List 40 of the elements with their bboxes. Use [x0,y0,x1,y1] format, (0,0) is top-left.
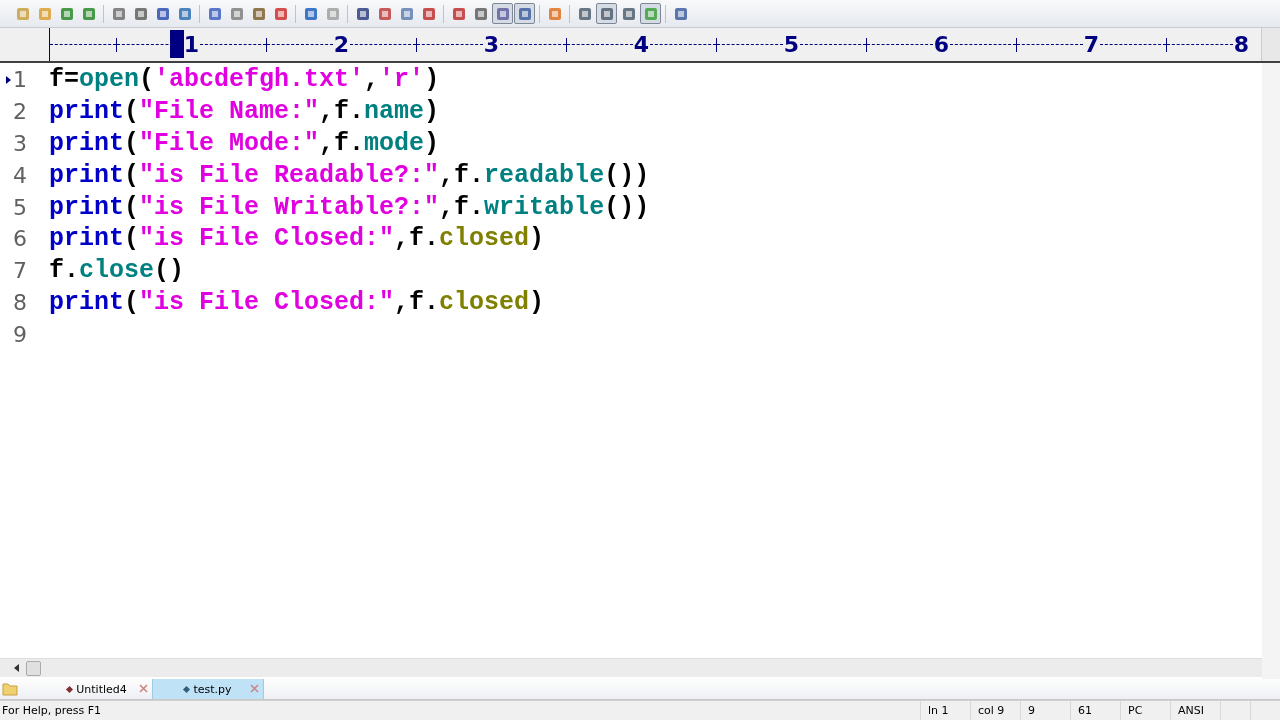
line-number: 4 [13,162,28,188]
status-cell: ln 1 [920,701,970,720]
close-icon[interactable] [139,684,148,693]
status-cell: col 9 [970,701,1020,720]
ruler-number: 1 [182,32,200,57]
ruler-number: 7 [1082,32,1100,57]
code-line: print("File Mode:",f.mode) [49,129,440,158]
code-line: f=open('abcdefgh.txt','r') [49,65,440,95]
code-line: print("is File Closed:",f.closed) [49,224,545,254]
status-cell: PC [1120,701,1170,720]
status-cell: ANSI [1170,701,1220,720]
line-number: 3 [13,131,28,156]
code-line: print("is File Closed:",f.closed) [49,287,545,317]
code-line: print("is File Readable?:",f.readable()) [49,160,650,190]
ruler-number: 8 [1232,32,1250,57]
code-line: print("File Name:",f.name) [49,97,440,127]
code-line: print("is File Writable?:",f.writable()) [49,192,650,222]
scroll-left-icon [14,664,20,672]
ruler-number: 2 [332,32,350,57]
code-line: f.close() [49,256,185,286]
ruler-number: 5 [782,32,800,57]
ruler-number: 6 [932,32,950,57]
scroll-thumb[interactable] [26,660,41,676]
status-help-text: For Help, press F1 [1,704,103,717]
ruler-number: 4 [632,32,650,57]
line-number: 7 [13,258,28,284]
line-number: 1 [13,67,28,93]
line-number: 9 [13,321,28,347]
horizontal-scrollbar[interactable] [0,658,1262,677]
line-number: 5 [13,194,28,220]
line-number: 2 [13,99,28,125]
file-tab[interactable]: test.py [152,679,264,699]
file-tab[interactable]: Untitled4 [42,679,152,699]
close-icon[interactable] [250,684,259,693]
ruler-cursor [170,30,184,58]
status-cell: 9 [1020,701,1070,720]
line-number: 6 [13,226,28,252]
ruler-number: 3 [482,32,500,57]
status-cell: 61 [1070,701,1120,720]
line-number: 8 [13,289,28,315]
